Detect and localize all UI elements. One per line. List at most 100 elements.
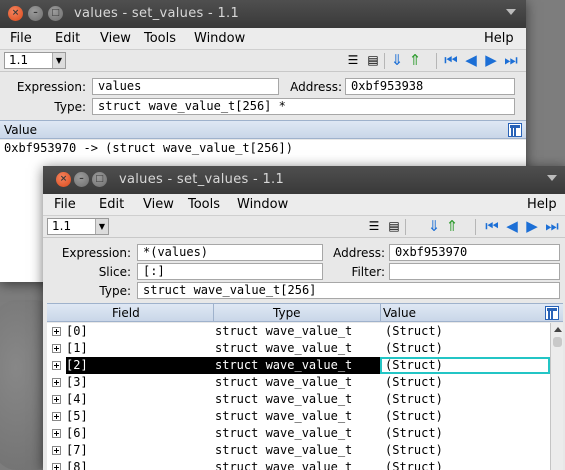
column-header-value[interactable]: Value — [383, 306, 416, 320]
dive-icon[interactable]: ⇓ — [425, 218, 443, 235]
type-field[interactable]: struct wave_value_t[256] * — [92, 98, 515, 115]
filter-field[interactable] — [389, 263, 560, 280]
title-bar[interactable]: × – □ values - set_values - 1.1 — [43, 166, 565, 194]
expression-field[interactable]: *(values) — [137, 244, 323, 261]
column-header-field[interactable]: Field — [112, 306, 140, 320]
undive-icon[interactable]: ⇑ — [443, 218, 461, 235]
expand-icon[interactable] — [52, 344, 61, 353]
expand-icon[interactable] — [52, 446, 61, 455]
window-menu-arrow-icon[interactable] — [547, 175, 557, 181]
forward-icon[interactable]: ▶ — [482, 52, 500, 69]
table-row[interactable]: [3] struct wave_value_t (Struct) — [47, 374, 550, 391]
column-header-type[interactable]: Type — [273, 306, 301, 320]
field-cell[interactable]: [8] — [66, 459, 88, 470]
maximize-button[interactable]: □ — [92, 172, 107, 187]
chevron-down-icon[interactable]: ▼ — [52, 53, 65, 68]
menu-tools[interactable]: Tools — [188, 197, 220, 212]
table-row[interactable]: [4] struct wave_value_t (Struct) — [47, 391, 550, 408]
table-row[interactable]: [0] struct wave_value_t (Struct) — [47, 323, 550, 340]
expression-field[interactable]: values — [92, 78, 279, 95]
field-cell[interactable]: [4] — [66, 391, 88, 408]
expand-icon[interactable] — [52, 429, 61, 438]
column-chooser-icon[interactable] — [545, 306, 559, 320]
menu-view[interactable]: View — [100, 31, 131, 46]
last-icon[interactable]: ⏭ — [502, 52, 520, 69]
value-cell[interactable]: (Struct) — [385, 374, 443, 391]
filter-label: Filter: — [351, 265, 385, 279]
value-cell[interactable]: (Struct) — [385, 391, 443, 408]
minimize-button[interactable]: – — [74, 172, 89, 187]
scrollbar-thumb[interactable] — [553, 337, 562, 347]
forward-icon[interactable]: ▶ — [523, 218, 541, 235]
close-button[interactable]: × — [56, 172, 71, 187]
value-cell[interactable]: (Struct) — [385, 408, 443, 425]
expand-icon[interactable] — [52, 361, 61, 370]
title-bar[interactable]: × – □ values - set_values - 1.1 — [0, 0, 526, 28]
back-icon[interactable]: ◀ — [503, 218, 521, 235]
menu-window[interactable]: Window — [194, 31, 245, 46]
field-cell[interactable]: [2] — [66, 357, 88, 374]
expand-icon[interactable] — [52, 395, 61, 404]
value-cell[interactable]: (Struct) — [385, 459, 443, 470]
first-icon[interactable]: ⏮ — [442, 52, 460, 69]
table-row[interactable]: [5] struct wave_value_t (Struct) — [47, 408, 550, 425]
value-cell[interactable]: (Struct) — [385, 340, 443, 357]
dive-icon[interactable]: ⇓ — [388, 52, 406, 69]
value-row[interactable]: 0xbf953970 -> (struct wave_value_t[256]) — [0, 140, 526, 157]
last-icon[interactable]: ⏭ — [543, 218, 561, 235]
slice-field[interactable]: [:] — [137, 263, 323, 280]
minimize-button[interactable]: – — [28, 6, 43, 21]
table-row[interactable]: [7] struct wave_value_t (Struct) — [47, 442, 550, 459]
attach-icon[interactable]: ▤ — [385, 218, 403, 235]
field-cell[interactable]: [3] — [66, 374, 88, 391]
expand-icon[interactable] — [52, 412, 61, 421]
attach-icon[interactable]: ▤ — [364, 52, 382, 69]
type-field[interactable]: struct wave_value_t[256] — [137, 282, 560, 299]
table-row[interactable]: [2] struct wave_value_t (Struct) — [47, 357, 550, 374]
menu-bar: File Edit View Tools Window Help — [0, 28, 526, 50]
expand-icon[interactable] — [52, 463, 61, 470]
value-cell[interactable]: (Struct) — [385, 323, 443, 340]
expand-icon[interactable] — [52, 378, 61, 387]
chevron-down-icon[interactable]: ▼ — [95, 219, 108, 234]
first-icon[interactable]: ⏮ — [483, 218, 501, 235]
field-cell[interactable]: [0] — [66, 323, 88, 340]
field-cell[interactable]: [1] — [66, 340, 88, 357]
back-icon[interactable]: ◀ — [462, 52, 480, 69]
value-text: 0xbf953970 -> (struct wave_value_t[256]) — [4, 141, 293, 155]
table-row[interactable]: [8] struct wave_value_t (Struct) — [47, 459, 550, 470]
menu-help[interactable]: Help — [484, 31, 514, 46]
column-chooser-icon[interactable] — [508, 123, 522, 137]
thread-selector[interactable]: 1.1 ▼ — [4, 52, 66, 69]
window-menu-arrow-icon[interactable] — [506, 9, 516, 15]
menu-file[interactable]: File — [10, 31, 32, 46]
thread-selector[interactable]: 1.1 ▼ — [47, 218, 109, 235]
value-cell[interactable]: (Struct) — [385, 357, 443, 374]
value-cell[interactable]: (Struct) — [385, 425, 443, 442]
detach-icon[interactable]: ☰ — [365, 218, 383, 235]
value-cell[interactable]: (Struct) — [385, 442, 443, 459]
menu-tools[interactable]: Tools — [144, 31, 176, 46]
menu-window[interactable]: Window — [237, 197, 288, 212]
menu-view[interactable]: View — [143, 197, 174, 212]
field-cell[interactable]: [7] — [66, 442, 88, 459]
vertical-scrollbar[interactable] — [550, 323, 563, 470]
detach-icon[interactable]: ☰ — [344, 52, 362, 69]
column-divider[interactable] — [380, 304, 381, 321]
maximize-button[interactable]: □ — [48, 6, 63, 21]
address-field[interactable]: 0xbf953938 — [345, 78, 515, 95]
table-row[interactable]: [1] struct wave_value_t (Struct) — [47, 340, 550, 357]
close-button[interactable]: × — [8, 6, 23, 21]
menu-help[interactable]: Help — [527, 197, 557, 212]
field-cell[interactable]: [6] — [66, 425, 88, 442]
table-row[interactable]: [6] struct wave_value_t (Struct) — [47, 425, 550, 442]
scroll-up-arrow-icon[interactable] — [554, 327, 562, 332]
expand-icon[interactable] — [52, 327, 61, 336]
column-divider[interactable] — [213, 304, 214, 321]
undive-icon[interactable]: ⇑ — [406, 52, 424, 69]
menu-edit[interactable]: Edit — [55, 31, 80, 46]
address-field[interactable]: 0xbf953970 — [389, 244, 560, 261]
menu-edit[interactable]: Edit — [99, 197, 124, 212]
field-cell[interactable]: [5] — [66, 408, 88, 425]
menu-file[interactable]: File — [54, 197, 76, 212]
